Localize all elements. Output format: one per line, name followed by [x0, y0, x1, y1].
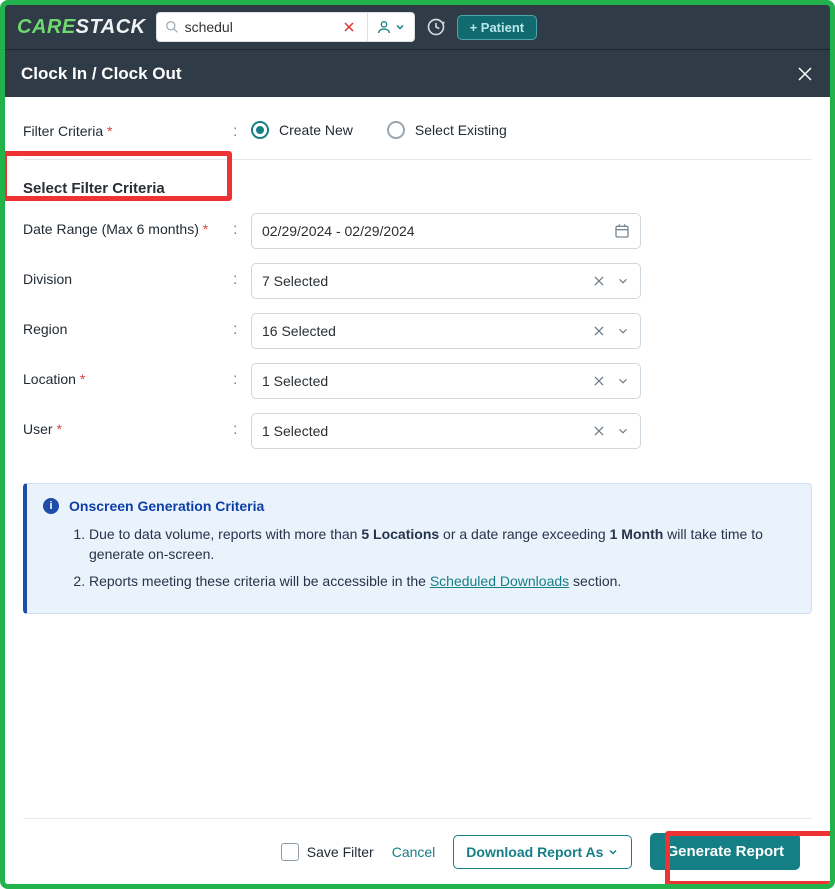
logo-care: CARE: [17, 16, 76, 39]
label-location: Location *: [23, 363, 233, 387]
info-icon: i: [43, 498, 59, 514]
label-filter-criteria: Filter Criteria *: [23, 115, 233, 139]
division-value: 7 Selected: [262, 273, 592, 289]
location-select[interactable]: 1 Selected: [251, 363, 641, 399]
radio-dot-icon: [387, 121, 405, 139]
top-bar: CARESTACK +: [5, 5, 830, 49]
info-panel: i Onscreen Generation Criteria Due to da…: [23, 483, 812, 614]
radio-create-new[interactable]: Create New: [251, 121, 353, 139]
logo-stack: STACK: [76, 16, 146, 39]
chevron-down-icon[interactable]: [616, 324, 630, 338]
app-frame: CARESTACK +: [0, 0, 835, 889]
calendar-icon[interactable]: [614, 223, 630, 239]
colon: :: [233, 263, 251, 289]
chevron-down-icon[interactable]: [616, 374, 630, 388]
modal-title: Clock In / Clock Out: [21, 64, 182, 84]
info-title: i Onscreen Generation Criteria: [43, 498, 795, 514]
row-filter-criteria: Filter Criteria * : Create New Select Ex…: [23, 115, 812, 141]
logo: CARESTACK: [17, 16, 146, 39]
radio-create-new-label: Create New: [279, 122, 353, 138]
clear-search-icon[interactable]: [339, 21, 359, 33]
row-user: User * : 1 Selected: [23, 413, 812, 449]
modal-title-bar: Clock In / Clock Out: [5, 49, 830, 97]
date-range-value: 02/29/2024 - 02/29/2024: [262, 223, 415, 239]
scheduled-downloads-link[interactable]: Scheduled Downloads: [430, 573, 569, 589]
person-icon: [376, 19, 392, 35]
colon: :: [233, 413, 251, 439]
row-region: Region : 16 Selected: [23, 313, 812, 349]
colon: :: [233, 213, 251, 239]
download-report-button[interactable]: Download Report As: [453, 835, 632, 869]
radio-select-existing-label: Select Existing: [415, 122, 507, 138]
colon: :: [233, 115, 251, 141]
clear-icon[interactable]: [592, 424, 606, 438]
row-location: Location * : 1 Selected: [23, 363, 812, 399]
search-input[interactable]: [185, 15, 333, 39]
section-title: Select Filter Criteria: [23, 180, 812, 197]
download-report-label: Download Report As: [466, 844, 603, 860]
division-select[interactable]: 7 Selected: [251, 263, 641, 299]
location-value: 1 Selected: [262, 373, 592, 389]
info-item-1: Due to data volume, reports with more th…: [89, 524, 795, 565]
label-user: User *: [23, 413, 233, 437]
search-icon: [165, 20, 179, 34]
info-item-2: Reports meeting these criteria will be a…: [89, 571, 795, 591]
add-patient-button[interactable]: + Patient: [457, 15, 538, 40]
generate-report-button[interactable]: Generate Report: [650, 833, 800, 870]
region-select[interactable]: 16 Selected: [251, 313, 641, 349]
chevron-down-icon: [607, 846, 619, 858]
label-region: Region: [23, 313, 233, 337]
radio-select-existing[interactable]: Select Existing: [387, 121, 507, 139]
chevron-down-icon[interactable]: [616, 424, 630, 438]
modal-body: Filter Criteria * : Create New Select Ex…: [5, 97, 830, 884]
user-value: 1 Selected: [262, 423, 592, 439]
clear-icon[interactable]: [592, 274, 606, 288]
row-division: Division : 7 Selected: [23, 263, 812, 299]
label-division: Division: [23, 263, 233, 287]
label-date-range: Date Range (Max 6 months) *: [23, 213, 233, 237]
checkbox-icon: [281, 843, 299, 861]
modal-footer: Save Filter Cancel Download Report As Ge…: [23, 818, 812, 884]
close-icon[interactable]: [796, 65, 814, 83]
clear-icon[interactable]: [592, 324, 606, 338]
search-scope-dropdown[interactable]: [367, 13, 414, 41]
user-select[interactable]: 1 Selected: [251, 413, 641, 449]
date-range-input[interactable]: 02/29/2024 - 02/29/2024: [251, 213, 641, 249]
info-title-text: Onscreen Generation Criteria: [69, 498, 264, 514]
history-icon[interactable]: [425, 16, 447, 38]
clear-icon[interactable]: [592, 374, 606, 388]
divider: [23, 159, 812, 160]
colon: :: [233, 313, 251, 339]
colon: :: [233, 363, 251, 389]
radio-dot-icon: [251, 121, 269, 139]
row-date-range: Date Range (Max 6 months) * : 02/29/2024…: [23, 213, 812, 249]
search-box[interactable]: [157, 15, 367, 39]
region-value: 16 Selected: [262, 323, 592, 339]
chevron-down-icon: [394, 21, 406, 33]
search-wrap: [156, 12, 415, 42]
save-filter-checkbox[interactable]: Save Filter: [281, 843, 374, 861]
info-list: Due to data volume, reports with more th…: [43, 524, 795, 591]
filter-criteria-radios: Create New Select Existing: [251, 115, 812, 139]
cancel-button[interactable]: Cancel: [392, 844, 436, 860]
chevron-down-icon[interactable]: [616, 274, 630, 288]
save-filter-label: Save Filter: [307, 844, 374, 860]
